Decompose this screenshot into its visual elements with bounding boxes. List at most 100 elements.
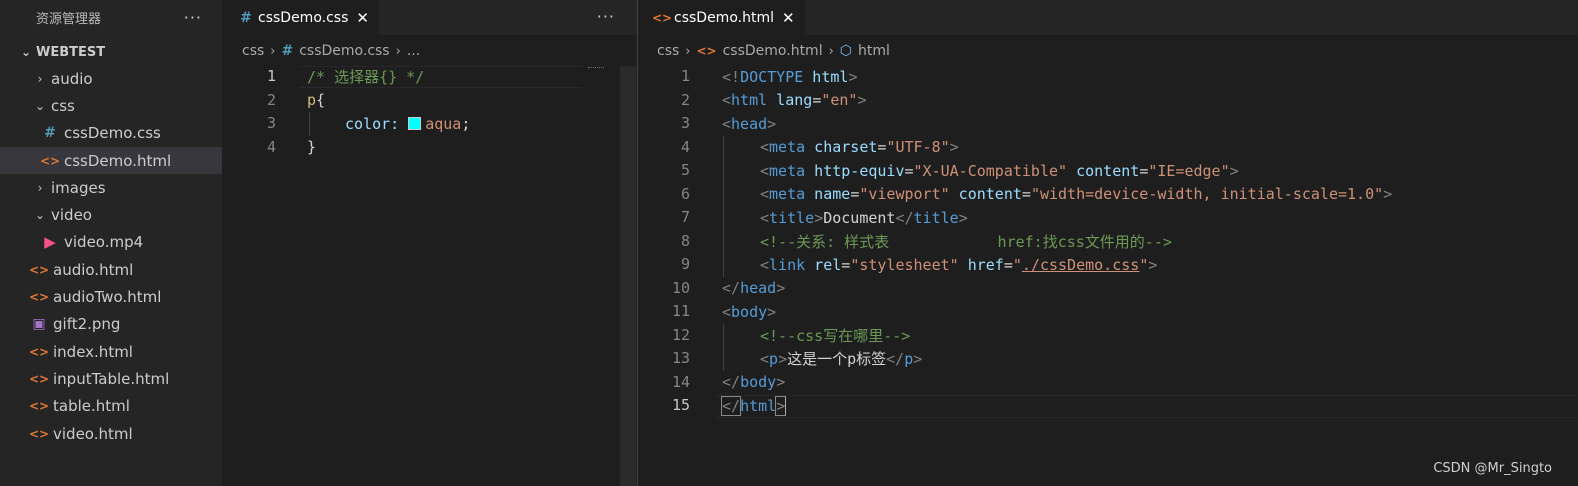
tree-item-label: images	[51, 178, 106, 197]
code-token: DOCTYPE	[740, 67, 804, 86]
code-token: head	[740, 279, 777, 298]
html-file-icon: <>	[29, 344, 50, 359]
editor-split-divider[interactable]	[637, 0, 638, 486]
color-swatch[interactable]	[408, 117, 422, 131]
minimap[interactable]	[588, 67, 604, 70]
code-token: html	[731, 91, 768, 110]
indent-guide	[723, 135, 724, 277]
tree-item-label: audio	[51, 69, 93, 88]
code-token: >	[848, 67, 858, 86]
breadcrumb-file[interactable]: cssDemo.css	[299, 43, 389, 59]
image-file-icon: ▣	[32, 316, 46, 333]
tree-file[interactable]: <> index.html	[0, 338, 222, 365]
code-token: >	[949, 138, 959, 157]
editor-more-actions-icon[interactable]: ···	[597, 7, 615, 26]
tree-file[interactable]: <> video.html	[0, 420, 222, 447]
code-token: title	[769, 208, 815, 227]
breadcrumb-rest[interactable]: ...	[407, 43, 420, 59]
code-token: =	[841, 255, 851, 274]
explorer-header: 资源管理器 ···	[0, 0, 222, 35]
code-token: </	[722, 279, 741, 298]
chevron-down-icon: ⌄	[34, 208, 46, 223]
code-token: =	[1139, 161, 1149, 180]
line-number: 14	[671, 372, 690, 391]
tree-item-label: gift2.png	[53, 315, 121, 334]
chevron-right-icon: ›	[270, 43, 276, 59]
html-file-icon: <>	[29, 399, 50, 414]
css-brace: {	[316, 91, 326, 110]
code-token: "	[1012, 255, 1022, 274]
close-icon[interactable]: ✕	[356, 9, 369, 27]
tree-folder[interactable]: › images	[0, 174, 222, 201]
indent-guide	[723, 324, 724, 371]
code-token: lang	[767, 91, 813, 110]
file-tree: › audio ⌄ css # cssDemo.css <> cssDemo.html › ima…	[0, 65, 222, 447]
breadcrumb-folder[interactable]: css	[242, 43, 264, 59]
tree-item-label: cssDemo.css	[64, 124, 161, 143]
line-number: 1	[680, 67, 690, 85]
close-icon[interactable]: ✕	[782, 9, 795, 27]
chevron-right-icon: ›	[685, 43, 691, 59]
line-number: 2	[266, 90, 276, 109]
code-token: <	[760, 208, 770, 227]
breadcrumb-file[interactable]: cssDemo.html	[723, 43, 823, 59]
line-number: 3	[266, 114, 276, 132]
line-number: 7	[680, 208, 690, 226]
current-line-highlight	[716, 395, 1578, 418]
breadcrumb-folder[interactable]: css	[657, 43, 679, 59]
workspace-root-folder[interactable]: ⌄ WEBTEST	[0, 41, 222, 63]
tree-file[interactable]: <> audio.html	[0, 256, 222, 283]
tree-folder[interactable]: ⌄ video	[0, 201, 222, 228]
symbol-element-icon: ⬡	[839, 43, 853, 59]
code-token: p	[769, 349, 779, 368]
code-token: <	[722, 91, 732, 110]
tree-file[interactable]: <> inputTable.html	[0, 365, 222, 392]
code-token: <	[760, 349, 770, 368]
tab-cssdemo-html[interactable]: <> cssDemo.html ✕	[638, 0, 805, 35]
tree-file[interactable]: <> audioTwo.html	[0, 283, 222, 310]
code-token: <	[760, 161, 770, 180]
code-token: =	[877, 138, 887, 157]
vertical-scrollbar[interactable]	[620, 66, 636, 486]
tree-file[interactable]: <> table.html	[0, 393, 222, 420]
tree-item-label: audioTwo.html	[53, 288, 162, 307]
tab-label: cssDemo.html	[674, 9, 774, 26]
explorer-sidebar: 资源管理器 ··· ⌄ WEBTEST › audio ⌄ css # cssDemo.c…	[0, 0, 222, 486]
code-token: <	[760, 138, 770, 157]
code-line-11: < body >	[722, 300, 776, 324]
css-file-icon: #	[281, 43, 294, 59]
code-token: >	[767, 114, 777, 133]
css-value: aqua	[425, 114, 462, 133]
html-file-icon: <>	[696, 44, 717, 58]
tree-folder[interactable]: ⌄ css	[0, 92, 222, 119]
tab-cssdemo-css[interactable]: # cssDemo.css ✕	[222, 0, 379, 35]
breadcrumb-symbol[interactable]: html	[858, 43, 890, 59]
code-token: <	[760, 255, 770, 274]
tree-item-label: table.html	[53, 397, 130, 416]
code-line-8: <!--关系: 样式表 href:找css文件用的-->	[760, 230, 1172, 254]
tree-file[interactable]: ▶ video.mp4	[0, 229, 222, 256]
tree-folder[interactable]: › audio	[0, 65, 222, 92]
code-line-6: < meta name = "viewport" content = "width=dev…	[760, 183, 1392, 207]
code-token: html	[740, 396, 777, 415]
code-token: http-equiv	[805, 161, 905, 180]
code-line-4: < meta charset = "UTF-8" >	[760, 136, 959, 160]
video-file-icon: ▶	[44, 233, 56, 252]
code-token: "width=device-width, initial-scale=1.0"	[1030, 185, 1384, 204]
tree-item-label: video.mp4	[64, 233, 144, 252]
tree-file[interactable]: <> cssDemo.html	[0, 146, 222, 175]
code-token: "viewport"	[859, 185, 950, 204]
code-token: head	[731, 114, 768, 133]
code-token: rel	[805, 255, 842, 274]
chevron-right-icon: ›	[395, 43, 401, 59]
tree-file[interactable]: ▣ gift2.png	[0, 311, 222, 338]
stylesheet-link[interactable]: ./cssDemo.css	[1022, 256, 1139, 274]
more-actions-icon[interactable]: ···	[184, 8, 202, 27]
tree-item-label: video.html	[53, 424, 133, 443]
code-token: >	[767, 302, 777, 321]
tree-file[interactable]: # cssDemo.css	[0, 120, 222, 147]
css-property: color:	[345, 114, 400, 133]
chevron-right-icon: ›	[37, 71, 43, 86]
tree-item-label: inputTable.html	[53, 369, 170, 388]
